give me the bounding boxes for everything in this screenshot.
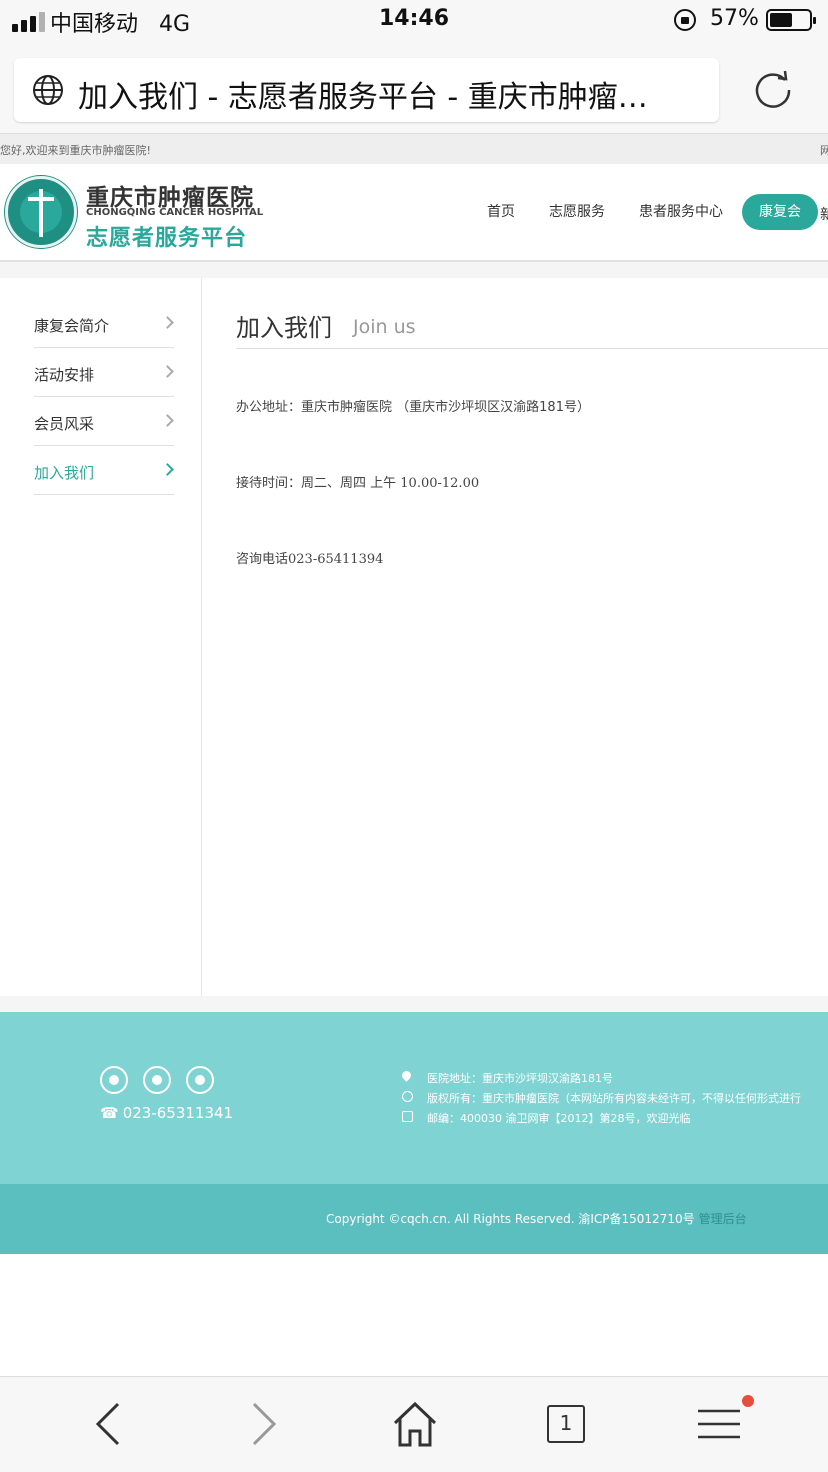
site-footer: ☎ 023-65311341 医院地址：重庆市沙坪坝汉渝路181号 版权所有：重庆… — [0, 1012, 828, 1184]
menu-icon[interactable] — [694, 1399, 744, 1449]
welcome-strip: 您好,欢迎来到重庆市肿瘤医院! 网 — [0, 134, 828, 164]
page-title-display: 加入我们 - 志愿者服务平台 - 重庆市肿瘤… — [78, 80, 648, 115]
globe-icon — [33, 75, 63, 105]
tabs-button[interactable]: 1 — [547, 1405, 585, 1443]
footer-phone: ☎ 023-65311341 — [100, 1104, 233, 1122]
back-arrow-icon[interactable] — [84, 1399, 134, 1449]
footer-phone-number: 023-65311341 — [122, 1104, 234, 1122]
office-address-label: 办公地址： — [236, 400, 302, 415]
office-address-value: 重庆市肿瘤医院 （重庆市沙坪坝区汉渝路181号） — [301, 400, 590, 415]
main-content: 加入我们 Join us 办公地址：重庆市肿瘤医院 （重庆市沙坪坝区汉渝路181… — [236, 278, 828, 996]
office-address: 办公地址：重庆市肿瘤医院 （重庆市沙坪坝区汉渝路181号） — [236, 396, 590, 415]
wechat-icon[interactable] — [143, 1066, 171, 1094]
clock: 14:46 — [378, 6, 450, 31]
sidebar-item-join-us[interactable]: 加入我们 — [34, 446, 174, 495]
sidebar-item-member-gallery[interactable]: 会员风采 — [34, 397, 174, 446]
sidebar-item-label: 加入我们 — [34, 464, 95, 482]
content-area: 康复会简介 活动安排 会员风采 加入我们 加入我们 Join us 办公地址：重… — [0, 278, 828, 996]
reception-hours-time: 10.00-12.00 — [400, 476, 480, 491]
reception-hours-days: 周二、周四 上午 — [301, 476, 401, 491]
nav-item-home[interactable]: 首页 — [470, 194, 532, 230]
hospital-logo-icon[interactable] — [5, 176, 77, 248]
chevron-right-icon — [161, 463, 174, 476]
page-heading: 加入我们 Join us — [236, 308, 828, 349]
phone-icon: ☎ — [100, 1104, 119, 1122]
page-title: 加入我们 — [236, 314, 332, 342]
consult-phone-label: 咨询电话 — [236, 552, 289, 567]
welcome-right-text: 网 — [820, 144, 828, 157]
consult-phone: 咨询电话023-65411394 — [236, 548, 383, 567]
site-header: 重庆市肿瘤医院 CHONGQING CANCER HOSPITAL 志愿者服务平… — [0, 164, 828, 262]
chevron-right-icon — [161, 316, 174, 329]
home-icon[interactable] — [390, 1399, 440, 1449]
admin-link[interactable]: 管理后台 — [699, 1212, 747, 1226]
hospital-name-en: CHONGQING CANCER HOSPITAL — [86, 207, 264, 218]
consult-phone-value: 023-65411394 — [288, 552, 384, 567]
reception-hours: 接待时间：周二、周四 上午 10.00-12.00 — [236, 472, 479, 491]
footer-bottom-bar: Copyright ©cqch.cn. All Rights Reserved.… — [0, 1184, 828, 1254]
weibo-icon[interactable] — [100, 1066, 128, 1094]
status-bar: 中国移动 4G 14:46 57% — [0, 0, 828, 42]
copyright-icon — [402, 1091, 413, 1102]
qq-icon[interactable] — [186, 1066, 214, 1094]
page-title-en: Join us — [353, 316, 416, 338]
mail-card-icon — [402, 1111, 413, 1122]
nav-item-overflow[interactable]: 新 — [820, 204, 828, 224]
platform-subtitle: 志愿者服务平台 — [86, 226, 248, 251]
battery-fill — [770, 13, 792, 27]
sidebar-item-label: 康复会简介 — [34, 317, 110, 335]
footer-gap — [0, 996, 828, 1012]
copyright-line: Copyright ©cqch.cn. All Rights Reserved.… — [326, 1210, 747, 1227]
browser-toolbar: 1 — [0, 1376, 828, 1472]
main-nav: 首页 志愿服务 患者服务中心 康复会 — [470, 194, 818, 230]
address-bar[interactable]: 加入我们 - 志愿者服务平台 - 重庆市肿瘤… — [14, 58, 719, 122]
logo-cross — [28, 197, 54, 201]
reception-hours-label: 接待时间： — [236, 476, 302, 491]
social-links — [100, 1066, 214, 1094]
chevron-right-icon — [161, 365, 174, 378]
copyright-text: Copyright ©cqch.cn. All Rights Reserved.… — [326, 1212, 695, 1226]
rotation-lock-icon — [674, 9, 696, 31]
battery-icon — [766, 9, 816, 31]
sidebar-item-label: 活动安排 — [34, 366, 95, 384]
sidebar-item-label: 会员风采 — [34, 415, 95, 433]
forward-arrow-icon[interactable] — [238, 1399, 288, 1449]
chevron-right-icon — [161, 414, 174, 427]
reload-icon[interactable] — [752, 68, 794, 110]
sidebar-item-activities[interactable]: 活动安排 — [34, 348, 174, 397]
sidebar: 康复会简介 活动安排 会员风采 加入我们 — [0, 278, 202, 996]
battery-percent: 57% — [710, 6, 759, 31]
footer-postcode: 邮编：400030 渝卫网审【2012】第28号，欢迎光临 — [427, 1112, 691, 1125]
nav-item-rehab-club[interactable]: 康复会 — [742, 194, 818, 230]
welcome-text: 您好,欢迎来到重庆市肿瘤医院! — [0, 144, 151, 157]
footer-address: 医院地址：重庆市沙坪坝汉渝路181号 — [427, 1072, 613, 1085]
nav-item-patient-center[interactable]: 患者服务中心 — [622, 194, 740, 230]
sidebar-item-rehab-intro[interactable]: 康复会简介 — [34, 299, 174, 348]
notification-dot — [742, 1395, 754, 1407]
header-gap — [0, 262, 828, 278]
footer-rights: 版权所有：重庆市肿瘤医院（本网站所有内容未经许可，不得以任何形式进行 — [427, 1092, 801, 1105]
nav-item-volunteer-service[interactable]: 志愿服务 — [532, 194, 622, 230]
location-pin-icon — [400, 1069, 413, 1082]
browser-address-area: 加入我们 - 志愿者服务平台 - 重庆市肿瘤… — [0, 42, 828, 134]
